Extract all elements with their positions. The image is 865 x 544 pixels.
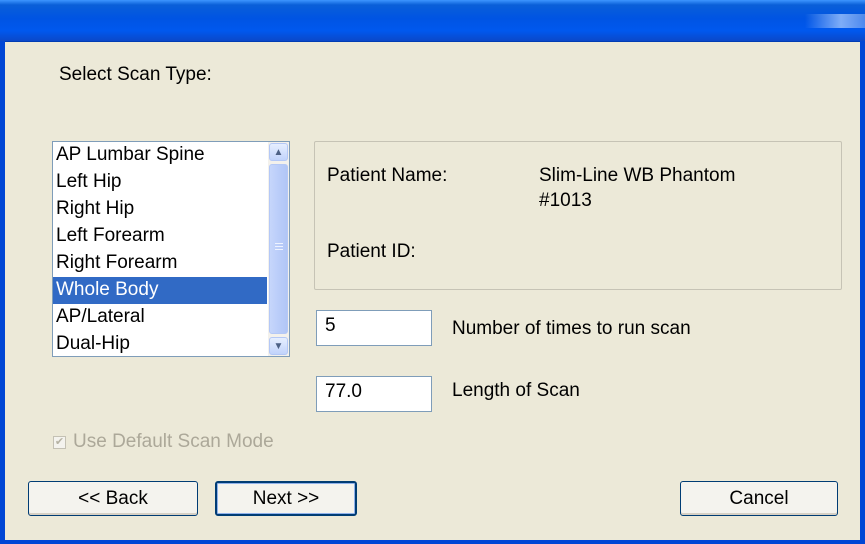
scan-type-option[interactable]: Left Hip [53, 169, 267, 196]
patient-name-value-line2: #1013 [539, 190, 592, 211]
grip-icon [275, 243, 283, 252]
patient-name-value-line1: Slim-Line WB Phantom [539, 165, 736, 186]
scan-type-option[interactable]: Left Forearm [53, 223, 267, 250]
scan-runs-label: Number of times to run scan [452, 318, 691, 339]
scan-type-list[interactable]: AP Lumbar Spine Left Hip Right Hip Left For… [53, 142, 267, 356]
select-scan-type-label: Select Scan Type: [59, 64, 212, 85]
listbox-scrollbar[interactable]: ▲ ▼ [268, 142, 289, 356]
scan-type-option[interactable]: AP/Lateral [53, 304, 267, 331]
patient-id-label: Patient ID: [327, 241, 416, 262]
default-scan-mode-checkbox-row: ✔ Use Default Scan Mode [53, 430, 274, 454]
back-button[interactable]: << Back [28, 481, 198, 516]
window-frame-bottom [0, 540, 865, 544]
chevron-down-icon: ▼ [273, 340, 284, 352]
scan-length-input[interactable]: 77.0 [316, 376, 432, 412]
checkmark-icon: ✔ [54, 435, 65, 448]
title-bar-highlight [805, 14, 865, 28]
chevron-up-icon: ▲ [273, 146, 284, 158]
scan-type-option[interactable]: Whole Body [53, 277, 267, 304]
patient-info-group: Patient Name: Slim-Line WB Phantom #1013… [314, 141, 842, 290]
scan-type-option[interactable]: Right Hip [53, 196, 267, 223]
default-scan-mode-checkbox: ✔ [53, 435, 66, 449]
scan-type-option[interactable]: Dual-Hip [53, 331, 267, 356]
scan-runs-input[interactable]: 5 [316, 310, 432, 346]
window-frame-right [860, 41, 865, 544]
scrollbar-thumb[interactable] [269, 164, 288, 334]
scan-type-option[interactable]: AP Lumbar Spine [53, 142, 267, 169]
scan-type-option[interactable]: Right Forearm [53, 250, 267, 277]
scan-type-listbox[interactable]: AP Lumbar Spine Left Hip Right Hip Left For… [52, 141, 290, 357]
default-scan-mode-label: Use Default Scan Mode [73, 431, 274, 452]
scan-length-label: Length of Scan [452, 380, 580, 401]
scroll-up-button[interactable]: ▲ [269, 143, 288, 161]
patient-name-label: Patient Name: [327, 165, 448, 186]
next-button[interactable]: Next >> [215, 481, 357, 516]
title-bar[interactable] [0, 0, 865, 42]
window-frame-left [0, 41, 5, 544]
cancel-button[interactable]: Cancel [680, 481, 838, 516]
scroll-down-button[interactable]: ▼ [269, 337, 288, 355]
